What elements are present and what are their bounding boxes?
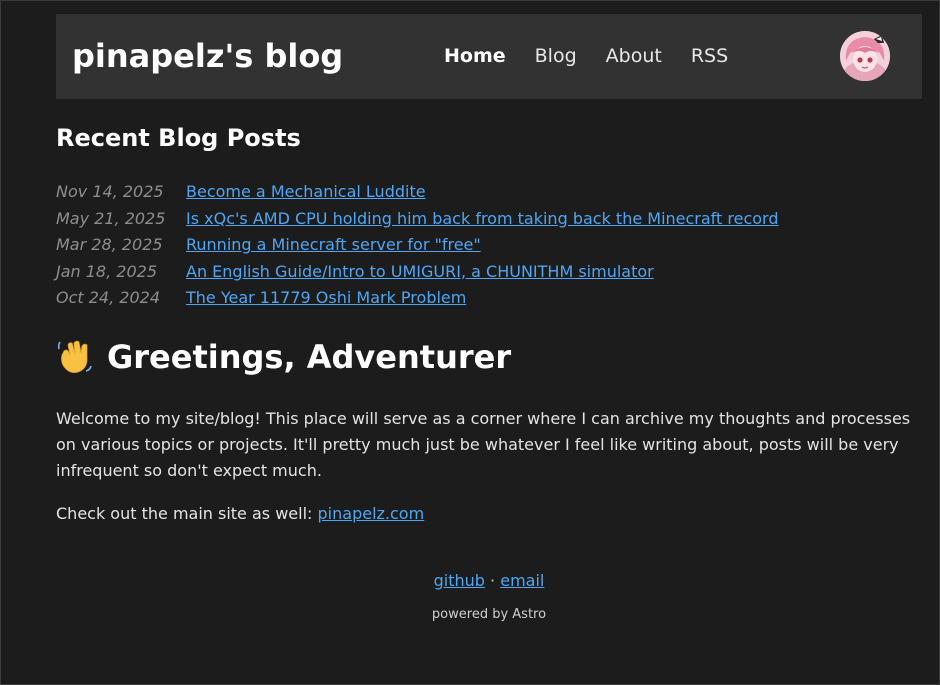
page-frame: pinapelz's blog Home Blog About RSS Rece… [0,0,940,685]
post-date: May 21, 2025 [56,208,166,228]
waving-hand-icon [56,339,92,375]
avatar-image [840,31,890,81]
post-link[interactable]: Running a Minecraft server for "free" [186,235,481,254]
list-item: Oct 24, 2024 The Year 11779 Oshi Mark Pro… [56,285,779,312]
powered-by: powered by Astro [431,607,547,622]
post-link[interactable]: An English Guide/Intro to UMIGURI, a CHU… [186,262,654,281]
site-title[interactable]: pinapelz's blog [72,36,343,76]
post-link[interactable]: Is xQc's AMD CPU holding him back from t… [186,209,779,228]
nav-blog[interactable]: Blog [535,44,577,68]
post-link[interactable]: Become a Mechanical Luddite [186,182,426,201]
post-date: Mar 28, 2025 [56,235,163,254]
footer-separator: · [484,571,501,590]
greeting-heading: Greetings, Adventurer [56,335,511,379]
email-link[interactable]: email [500,571,544,590]
github-link[interactable]: github [434,571,485,590]
list-item: May 21, 2025 Is xQc's AMD CPU holding him… [56,206,779,233]
nav-about[interactable]: About [606,44,662,68]
site-header: pinapelz's blog Home Blog About RSS [56,14,922,99]
greeting-title: Greetings, Adventurer [107,338,512,376]
mainsite-line: Check out the main site as well: pinapel… [56,501,424,527]
mainsite-link[interactable]: pinapelz.com [318,504,425,523]
post-date: Nov 14, 2025 [56,182,164,201]
list-item: Mar 28, 2025 Running a Minecraft server f… [56,232,779,259]
avatar[interactable] [840,31,890,81]
list-item: Nov 14, 2025 Become a Mechanical Luddite [56,179,779,206]
intro-paragraph: Welcome to my site/blog! This place will… [56,409,911,480]
list-item: Jan 18, 2025 An English Guide/Intro to UM… [56,259,779,286]
nav-rss[interactable]: RSS [691,44,728,68]
main-nav: Home Blog About RSS [444,44,728,68]
post-date: Jan 18, 2025 [56,261,157,281]
footer-links: github · email [56,569,922,593]
recent-posts-heading: Recent Blog Posts [56,124,301,152]
post-link[interactable]: The Year 11779 Oshi Mark Problem [186,288,466,307]
mainsite-prefix: Check out the main site as well: [56,504,318,523]
nav-home[interactable]: Home [444,44,506,68]
post-date: Oct 24, 2024 [56,288,160,307]
recent-posts-list: Nov 14, 2025 Become a Mechanical Luddite … [56,179,779,312]
